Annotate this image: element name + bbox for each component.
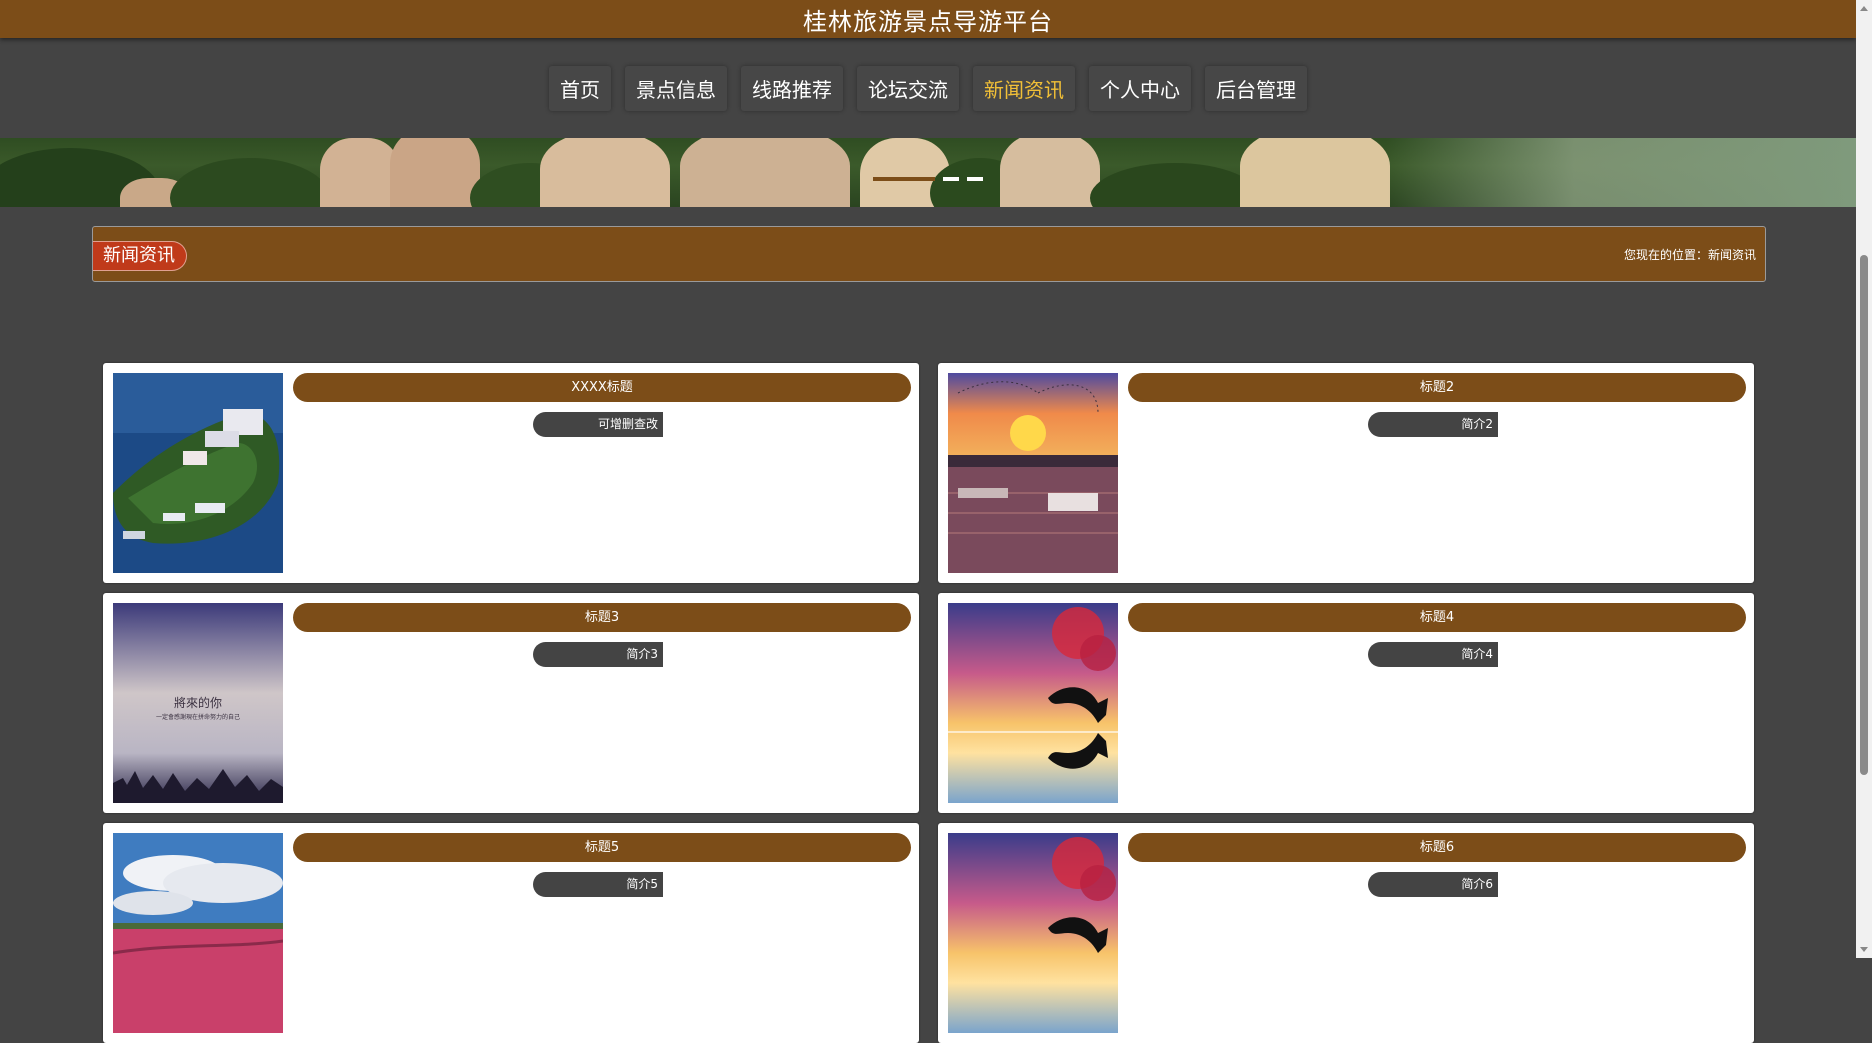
news-card-title[interactable]: XXXX标题 (293, 373, 911, 402)
main-nav: 首页 景点信息 线路推荐 论坛交流 新闻资讯 个人中心 后台管理 (0, 38, 1856, 138)
scroll-up-icon[interactable] (1860, 6, 1868, 11)
news-card[interactable]: 标题4 简介4 (938, 593, 1754, 813)
news-image-cloudy-field[interactable] (113, 833, 283, 1033)
hero-banner (0, 138, 1856, 207)
carousel-dot-2[interactable] (943, 177, 959, 181)
page-scrollbar[interactable] (1856, 0, 1872, 958)
news-card[interactable]: XXXX标题 可增删查改 (103, 363, 919, 583)
news-image-dolphin-sunset[interactable] (948, 603, 1118, 803)
news-grid: XXXX标题 可增删查改 标题2 简介2 將來的你 一定會感謝現在拼命努力的自己… (103, 363, 1754, 1043)
nav-item-home[interactable]: 首页 (549, 65, 611, 111)
news-card[interactable]: 标题5 简介5 (103, 823, 919, 1043)
news-card-title[interactable]: 标题6 (1128, 833, 1746, 862)
photo-caption-2: 一定會感謝現在拼命努力的自己 (156, 713, 240, 721)
news-image-dolphin-sunset[interactable] (948, 833, 1118, 1033)
news-card[interactable]: 标题2 简介2 (938, 363, 1754, 583)
news-card[interactable]: 將來的你 一定會感謝現在拼命努力的自己 标题3 简介3 (103, 593, 919, 813)
news-image-river-sunset[interactable] (948, 373, 1118, 573)
nav-item-forum[interactable]: 论坛交流 (857, 65, 959, 111)
scrollbar-thumb[interactable] (1860, 255, 1868, 775)
carousel-dot-1[interactable] (873, 177, 935, 181)
news-card-summary: 简介2 (1368, 412, 1498, 437)
carousel-indicators (873, 177, 983, 181)
news-card-summary: 简介3 (533, 642, 663, 667)
nav-item-attractions[interactable]: 景点信息 (625, 65, 727, 111)
carousel-dot-3[interactable] (967, 177, 983, 181)
scroll-down-icon[interactable] (1860, 947, 1868, 952)
news-card-title[interactable]: 标题4 (1128, 603, 1746, 632)
news-card-title[interactable]: 标题5 (293, 833, 911, 862)
nav-item-routes[interactable]: 线路推荐 (741, 65, 843, 111)
news-card-summary: 简介4 (1368, 642, 1498, 667)
nav-item-news[interactable]: 新闻资讯 (973, 65, 1075, 111)
news-card-title[interactable]: 标题3 (293, 603, 911, 632)
section-title: 新闻资讯 (93, 241, 187, 271)
site-header: 桂林旅游景点导游平台 (0, 0, 1856, 38)
news-card-summary: 简介6 (1368, 872, 1498, 897)
news-card-summary: 简介5 (533, 872, 663, 897)
nav-item-admin[interactable]: 后台管理 (1205, 65, 1307, 111)
photo-caption-1: 將來的你 (174, 695, 222, 710)
news-image-dusk-sky[interactable]: 將來的你 一定會感謝現在拼命努力的自己 (113, 603, 283, 803)
nav-item-profile[interactable]: 个人中心 (1089, 65, 1191, 111)
section-header: 新闻资讯 您现在的位置：新闻资讯 (92, 226, 1766, 282)
news-card-title[interactable]: 标题2 (1128, 373, 1746, 402)
news-card-summary: 可增删查改 (533, 412, 663, 437)
news-image-island[interactable] (113, 373, 283, 573)
site-title: 桂林旅游景点导游平台 (803, 7, 1053, 36)
breadcrumb: 您现在的位置：新闻资讯 (1623, 248, 1756, 262)
news-card[interactable]: 标题6 简介6 (938, 823, 1754, 1043)
